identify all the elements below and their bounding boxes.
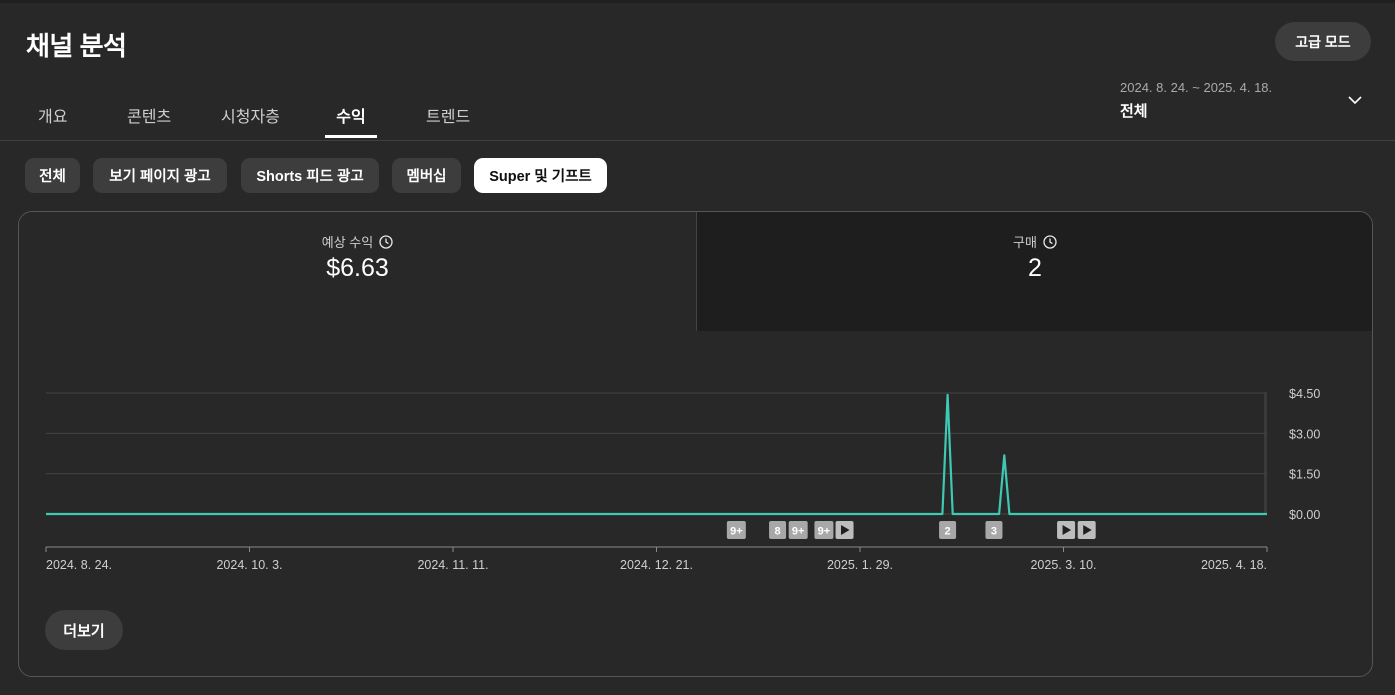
x-tick-label: 2024. 8. 24.	[46, 558, 112, 572]
x-tick-label: 2025. 4. 18.	[1201, 558, 1267, 572]
y-axis-strip	[1264, 393, 1267, 514]
x-tick-label: 2024. 12. 21.	[620, 558, 693, 572]
y-tick-label: $4.50	[1289, 387, 1320, 401]
metric-purchases[interactable]: 구매 2	[696, 212, 1372, 331]
tab-audience[interactable]: 시청자층	[221, 88, 280, 140]
y-tick-label: $0.00	[1289, 508, 1320, 522]
date-period-label: 전체	[1120, 103, 1148, 120]
clock-icon	[1043, 234, 1057, 249]
revenue-chart-card: 예상 수익 $6.63 구매 2 $4.50 $3.00 $1.50 $0.00 202…	[18, 211, 1373, 677]
metric-label: 예상 수익	[321, 235, 374, 250]
page-title: 채널 분석	[26, 31, 127, 61]
x-tick-label: 2024. 11. 11.	[417, 558, 488, 572]
metric-label: 구매	[1013, 235, 1037, 250]
metric-label-row: 예상 수익	[19, 232, 696, 251]
date-range-text: 2024. 8. 24. ~ 2025. 4. 18.	[1120, 80, 1273, 95]
annotation-marker	[788, 521, 808, 539]
chip-all[interactable]: 전체	[25, 158, 80, 193]
date-range-picker[interactable]: 2024. 8. 24. ~ 2025. 4. 18. 전체	[1120, 78, 1370, 128]
chip-super-gifts[interactable]: Super 및 기프트	[474, 158, 607, 193]
video-marker	[1077, 521, 1096, 539]
x-tick-label: 2025. 1. 29.	[827, 558, 893, 572]
chip-memberships[interactable]: 멤버십	[392, 158, 461, 193]
chip-watch-page-ads[interactable]: 보기 페이지 광고	[93, 158, 227, 193]
tab-content[interactable]: 콘텐츠	[127, 88, 171, 140]
tab-overview[interactable]: 개요	[38, 88, 67, 140]
tab-divider	[0, 140, 1395, 141]
metric-value: $6.63	[326, 254, 389, 282]
x-tick-label: 2024. 10. 3.	[216, 558, 282, 572]
chip-shorts-feed-ads[interactable]: Shorts 피드 광고	[241, 158, 379, 193]
top-edge	[0, 0, 1395, 3]
annotation-marker	[985, 521, 1003, 539]
tab-revenue[interactable]: 수익	[325, 88, 377, 140]
y-tick-label: $1.50	[1289, 468, 1320, 482]
more-button[interactable]: 더보기	[45, 610, 123, 650]
tab-trends[interactable]: 트렌드	[426, 88, 470, 140]
video-marker	[835, 521, 854, 539]
advanced-mode-button[interactable]: 고급 모드	[1275, 22, 1371, 61]
y-tick-label: $3.00	[1289, 427, 1320, 441]
annotation-marker	[814, 521, 834, 539]
x-tick-label: 2025. 3. 10.	[1030, 558, 1096, 572]
annotation-marker	[769, 521, 787, 539]
annotation-marker	[939, 521, 957, 539]
revenue-series-line	[46, 393, 1267, 516]
annotation-marker	[726, 521, 746, 539]
clock-icon	[379, 234, 393, 249]
chevron-down-icon	[1348, 96, 1362, 105]
video-marker	[1057, 521, 1076, 539]
metric-value: 2	[1028, 254, 1042, 282]
metric-label-row: 구매	[697, 232, 1372, 251]
metric-estimated-revenue[interactable]: 예상 수익 $6.63	[19, 212, 696, 331]
